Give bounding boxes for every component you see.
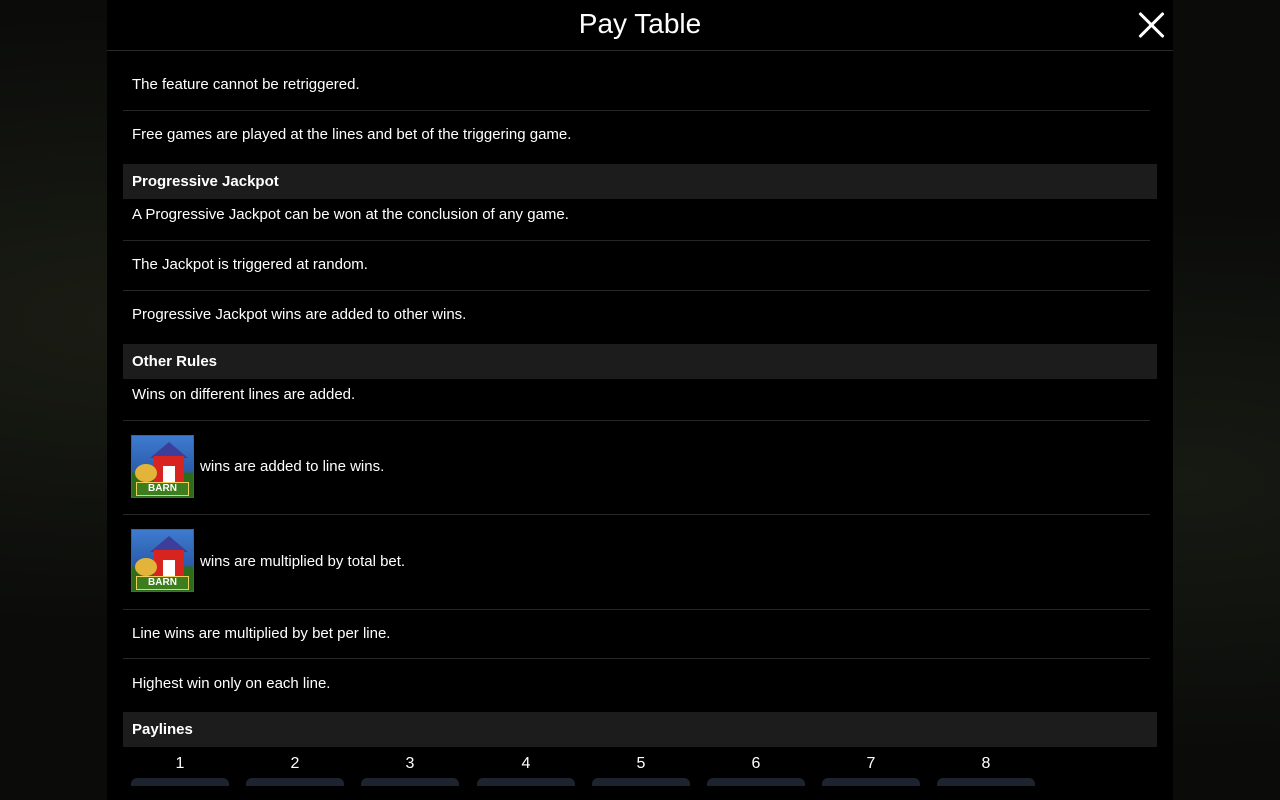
rule-row: Wins on different lines are added.: [123, 379, 1150, 421]
rule-text: wins are added to line wins.: [200, 458, 385, 475]
section-header-progressive-jackpot: Progressive Jackpot: [123, 164, 1157, 199]
close-icon[interactable]: [1137, 10, 1167, 40]
payline-diagram: [246, 778, 344, 786]
payline-number: 3: [405, 755, 415, 772]
section-title: Paylines: [132, 721, 193, 738]
rule-row: Line wins are multiplied by bet per line…: [123, 610, 1150, 659]
payline-diagram: [592, 778, 690, 786]
rule-row-with-symbol: BARN wins are multiplied by total bet.: [123, 515, 1150, 610]
pay-table-header: Pay Table: [107, 0, 1173, 51]
payline-diagram: [822, 778, 920, 786]
rule-text: The Jackpot is triggered at random.: [132, 256, 368, 273]
symbol-label: BARN: [136, 482, 189, 496]
rule-row: Free games are played at the lines and b…: [123, 111, 1150, 163]
rule-text: wins are multiplied by total bet.: [200, 553, 406, 570]
section-title: Progressive Jackpot: [132, 173, 279, 190]
rule-text: Progressive Jackpot wins are added to ot…: [132, 306, 467, 323]
rule-row: Progressive Jackpot wins are added to ot…: [123, 291, 1150, 343]
rule-text: Highest win only on each line.: [132, 675, 331, 692]
rule-text: Free games are played at the lines and b…: [132, 126, 572, 143]
payline-number: 2: [290, 755, 300, 772]
rule-text: Wins on different lines are added.: [132, 386, 356, 403]
rule-row: A Progressive Jackpot can be won at the …: [123, 199, 1150, 241]
symbol-label: BARN: [136, 576, 189, 590]
payline-number: 4: [521, 755, 531, 772]
barn-symbol-icon: BARN: [131, 529, 194, 592]
payline-diagram: [707, 778, 805, 786]
section-header-other-rules: Other Rules: [123, 344, 1157, 379]
payline-diagram: [477, 778, 575, 786]
rule-row: The feature cannot be retriggered.: [123, 51, 1150, 111]
payline-number: 8: [981, 755, 991, 772]
payline-number: 6: [751, 755, 761, 772]
payline-number: 5: [636, 755, 646, 772]
payline-diagram: [361, 778, 459, 786]
rule-row: The Jackpot is triggered at random.: [123, 241, 1150, 291]
payline-number: 7: [866, 755, 876, 772]
rule-row-with-symbol: BARN wins are added to line wins.: [123, 421, 1150, 515]
page-title: Pay Table: [578, 8, 702, 39]
payline-diagram: [131, 778, 229, 786]
payline-number: 1: [175, 755, 185, 772]
rule-text: Line wins are multiplied by bet per line…: [132, 625, 391, 642]
barn-symbol-icon: BARN: [131, 435, 194, 498]
payline-numbers: 1 2 3 4 5 6 7 8: [123, 755, 1157, 775]
payline-diagram: [937, 778, 1035, 786]
section-title: Other Rules: [132, 353, 218, 370]
rule-text: A Progressive Jackpot can be won at the …: [132, 206, 569, 223]
rule-row: Highest win only on each line.: [123, 659, 1150, 711]
section-header-paylines: Paylines: [123, 712, 1157, 747]
rule-text: The feature cannot be retriggered.: [132, 76, 360, 93]
